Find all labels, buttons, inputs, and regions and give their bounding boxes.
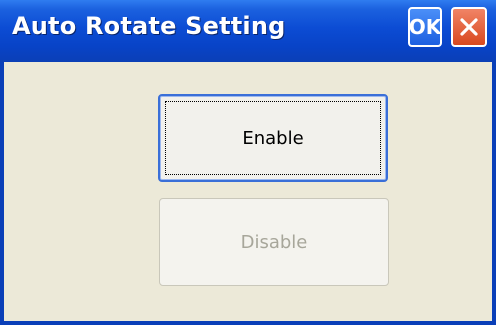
ok-button[interactable]: OK (408, 7, 442, 47)
disable-button: Disable (159, 198, 389, 286)
dialog-window: Auto Rotate Setting OK Enable Disable (0, 0, 496, 325)
dialog-content: Enable Disable (4, 62, 492, 321)
window-title: Auto Rotate Setting (12, 12, 286, 40)
title-bar: Auto Rotate Setting OK (0, 0, 496, 62)
close-icon (460, 18, 478, 36)
disable-button-label: Disable (240, 231, 308, 253)
close-button[interactable] (451, 7, 487, 47)
focus-rectangle (165, 101, 381, 175)
enable-button[interactable]: Enable (158, 94, 388, 182)
